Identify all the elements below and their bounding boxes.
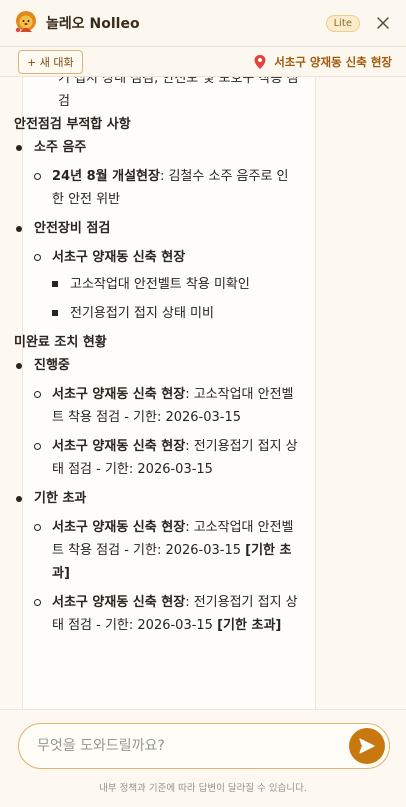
send-button[interactable]	[349, 728, 385, 764]
close-button[interactable]	[374, 14, 392, 32]
header: 놀레오 Nolleo Lite	[0, 0, 406, 47]
composer	[18, 723, 390, 769]
site-location-label: 서초구 양재동 신축 현장	[274, 54, 392, 69]
composer-area: 내부 정책과 기준에 따라 답변이 달라질 수 있습니다.	[0, 709, 406, 807]
assistant-panel: 놀레오 Nolleo Lite + 새 대화 서초구 양재동 신축 현장 기 접…	[0, 0, 406, 807]
list-item: 고소작업대 안전벨트 착용 미확인	[52, 273, 300, 296]
section-title: 안전점검 부적합 사항	[14, 117, 131, 132]
plan-badge: Lite	[325, 14, 360, 32]
sub-toolbar: + 새 대화 서초구 양재동 신축 현장	[0, 47, 406, 77]
lion-logo-icon	[15, 11, 36, 33]
section-title: 미완료 조치 현황	[14, 335, 107, 350]
assistant-message: 기 접지 상태 점검, 안전모 및 보호구 착용 점검 안전점검 부적합 사항 …	[14, 77, 300, 643]
disclaimer-text: 내부 정책과 기준에 따라 답변이 달라질 수 있습니다.	[99, 783, 307, 794]
list-item: 서초구 양재동 신축 현장: 고소작업대 안전벨트 착용 점검 - 기한: 20…	[34, 516, 300, 585]
list-item: 안전장비 점검 서초구 양재동 신축 현장 고소작업대 안전벨트 착용 미확인 …	[14, 217, 300, 325]
list-item: 기한 초과 서초구 양재동 신축 현장: 고소작업대 안전벨트 착용 점검 - …	[14, 487, 300, 637]
send-icon	[359, 738, 375, 754]
section2-list: 진행중 서초구 양재동 신축 현장: 고소작업대 안전벨트 착용 점검 - 기한…	[14, 354, 300, 637]
message-partial-text: 기 접지 상태 점검, 안전모 및 보호구 착용 점검	[58, 77, 299, 109]
list-item: 서초구 양재동 신축 현장: 전기용접기 접지 상태 점검 - 기한: 2026…	[34, 591, 300, 637]
section1-list: 소주 음주 24년 8월 개설현장: 김철수 소주 음주로 인한 안전 위반 안…	[14, 136, 300, 325]
list-item: 진행중 서초구 양재동 신축 현장: 고소작업대 안전벨트 착용 점검 - 기한…	[14, 354, 300, 481]
list-item: 서초구 양재동 신축 현장: 전기용접기 접지 상태 점검 - 기한: 2026…	[34, 435, 300, 481]
list-item: 24년 8월 개설현장: 김철수 소주 음주로 인한 안전 위반	[34, 165, 300, 211]
site-location[interactable]: 서초구 양재동 신축 현장	[254, 54, 392, 70]
list-item: 서초구 양재동 신축 현장: 고소작업대 안전벨트 착용 점검 - 기한: 20…	[34, 383, 300, 429]
message-input[interactable]	[37, 738, 349, 754]
app-title: 놀레오 Nolleo	[46, 16, 140, 32]
list-item: 소주 음주 24년 8월 개설현장: 김철수 소주 음주로 인한 안전 위반	[14, 136, 300, 211]
list-item: 전기용접기 접지 상태 미비	[52, 302, 300, 325]
location-pin-icon	[254, 54, 266, 69]
list-item: 서초구 양재동 신축 현장 고소작업대 안전벨트 착용 미확인 전기용접기 접지…	[34, 246, 300, 325]
new-chat-button[interactable]: + 새 대화	[18, 49, 83, 74]
close-icon	[377, 17, 389, 29]
chat-area[interactable]: 기 접지 상태 점검, 안전모 및 보호구 착용 점검 안전점검 부적합 사항 …	[0, 77, 406, 709]
